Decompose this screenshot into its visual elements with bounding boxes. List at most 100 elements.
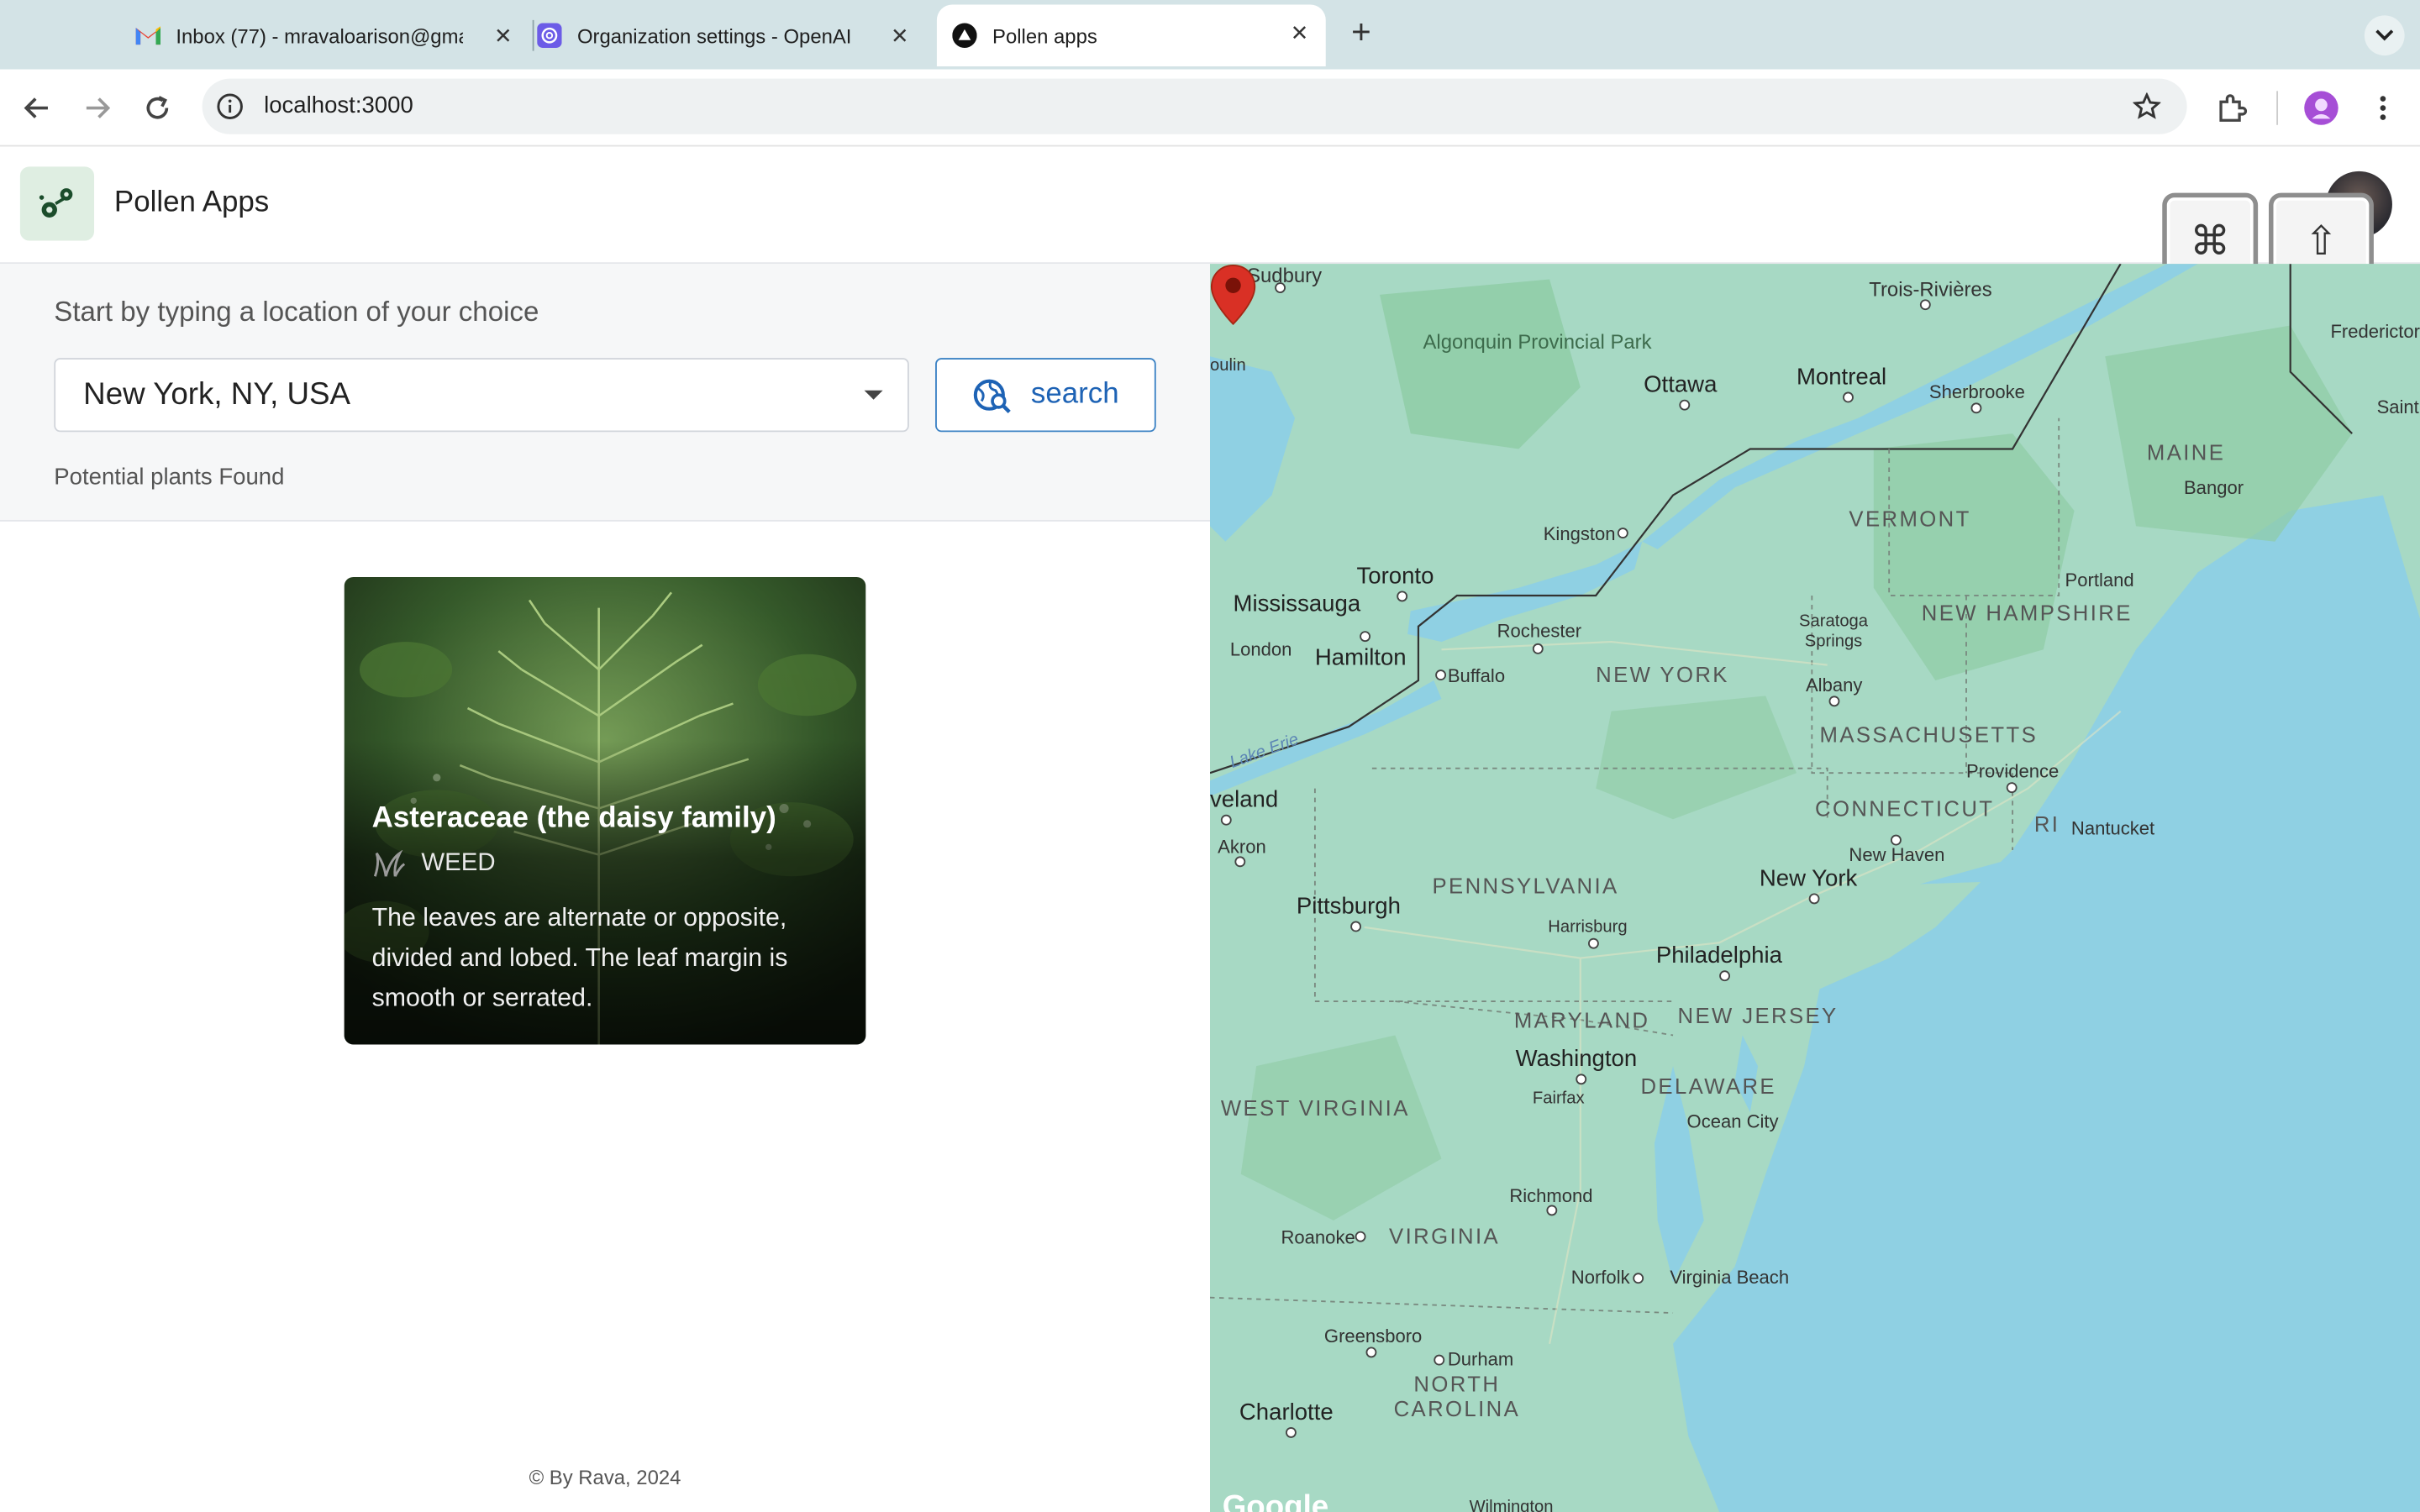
location-pin-icon[interactable] <box>1210 264 1256 326</box>
search-prompt: Start by typing a location of your choic… <box>54 296 539 328</box>
kebab-menu-icon <box>2380 96 2386 120</box>
app-title: Pollen Apps <box>113 186 270 219</box>
map-label: WEST VIRGINIA <box>1220 1095 1410 1121</box>
map-label: MASSACHUSETTS <box>1819 722 2039 747</box>
map-label: Trois-Rivières <box>1869 277 1992 302</box>
map-label: Wilmington <box>1469 1498 1554 1512</box>
map-label: Sherbrooke <box>1928 381 2025 403</box>
map-label: Algonquin Provincial Park <box>1423 330 1652 354</box>
map-label: Kingston <box>1543 522 1616 545</box>
map-label: RI <box>2033 811 2060 837</box>
search-button-label: search <box>1030 378 1119 411</box>
map-label: NORTH CAROLINA <box>1393 1371 1521 1421</box>
map-label: DELAWARE <box>1640 1074 1776 1099</box>
map-label: New Haven <box>1849 843 1945 866</box>
map-label: Hamilton <box>1314 644 1407 671</box>
map-label: Pittsburgh <box>1296 893 1401 920</box>
openai-icon <box>537 23 562 48</box>
results-label: Potential plants Found <box>54 464 285 491</box>
map-label: Ottawa <box>1644 371 1718 398</box>
map-label: London <box>1229 638 1292 661</box>
search-button[interactable]: search <box>935 358 1156 433</box>
grass-icon <box>373 850 406 877</box>
map-label: Virginia Beach <box>1670 1266 1790 1289</box>
map-label: Mississauga <box>1233 591 1361 617</box>
map-label: PENNSYLVANIA <box>1432 873 1619 898</box>
plant-description: The leaves are alternate or opposite, di… <box>371 904 788 1012</box>
map-label: Fairfax <box>1532 1089 1585 1108</box>
map-label: Norfolk <box>1570 1266 1630 1289</box>
tab-pollen-apps[interactable]: Pollen apps ✕ <box>936 4 1326 66</box>
map-label: Albany <box>1805 674 1863 696</box>
map-label: CONNECTICUT <box>1815 795 1995 822</box>
dropdown-caret-icon[interactable] <box>864 390 883 400</box>
map-label: NEW JERSEY <box>1677 1002 1839 1028</box>
map-label: MAINE <box>2146 439 2226 465</box>
map-label: Ocean City <box>1686 1110 1779 1133</box>
map-label: Harrisburg <box>1548 917 1628 937</box>
map-label: Roanoke <box>1281 1226 1355 1248</box>
plant-type-label: WEED <box>421 850 496 877</box>
plant-name: Asteraceae (the daisy family) <box>371 802 776 835</box>
forward-button[interactable] <box>77 88 118 129</box>
tab-search-button[interactable] <box>2364 15 2405 56</box>
address-bar[interactable]: localhost:3000 <box>202 78 2187 134</box>
map-label: Durham <box>1447 1348 1514 1371</box>
site-info-icon[interactable] <box>214 91 245 122</box>
map-label: Saratoga Springs <box>1799 612 1869 652</box>
map-label: Akron <box>1218 836 1266 858</box>
browser-menu-button[interactable] <box>2363 88 2403 129</box>
app-triangle-icon <box>952 23 977 48</box>
bookmark-star-icon[interactable] <box>2132 91 2163 122</box>
google-logo: Google <box>1222 1490 1329 1512</box>
map-label: MARYLAND <box>1513 1007 1650 1032</box>
back-arrow-icon <box>24 97 48 118</box>
forward-arrow-icon <box>86 97 111 118</box>
reload-icon <box>146 96 169 119</box>
globe-search-icon <box>973 379 1011 413</box>
map-label: New York <box>1759 865 1858 892</box>
map-label: Philadelphia <box>1655 942 1782 969</box>
plant-card[interactable]: Asteraceae (the daisy family) WEED The l… <box>344 576 866 1045</box>
puzzle-icon <box>2219 94 2248 122</box>
close-tab-icon[interactable]: ✕ <box>1286 18 1313 46</box>
tab-title: Organization settings - OpenAI API <box>576 24 855 48</box>
map-label: Charlotte <box>1239 1399 1334 1426</box>
pollen-flower-icon <box>39 188 73 218</box>
map-label: Providence <box>1966 760 2060 783</box>
profile-button[interactable] <box>2302 88 2342 129</box>
map-label: veland <box>1210 786 1279 813</box>
tab-title: Inbox (77) - mravaloarison@gmail.com <box>176 24 464 48</box>
url-text: localhost:3000 <box>264 92 413 119</box>
map-label: Washington <box>1515 1046 1638 1073</box>
map-label: Frederictor <box>2330 321 2420 343</box>
map-label: NEW YORK <box>1596 661 1729 687</box>
map-label: NEW HAMPSHIRE <box>1921 600 2133 625</box>
app-logo[interactable] <box>19 166 95 241</box>
map-label: Rochester <box>1497 620 1582 643</box>
close-tab-icon[interactable]: ✕ <box>886 22 913 50</box>
map-label: Montreal <box>1796 364 1887 391</box>
new-tab-button[interactable]: + <box>1343 14 1380 52</box>
map-label: Buffalo <box>1447 664 1506 687</box>
map-view[interactable]: Sudbury Trois-Rivières Frederictor oulin… <box>1210 264 2420 1512</box>
map-label: oulin <box>1210 356 1246 375</box>
plant-type: WEED <box>372 850 496 878</box>
map-label: Greensboro <box>1323 1325 1423 1347</box>
map-label: Saint <box>2376 396 2419 418</box>
footer-copyright: © By Rava, 2024 <box>529 1465 681 1489</box>
map-label: VERMONT <box>1849 506 1971 531</box>
tab-openai[interactable]: Organization settings - OpenAI API ✕ <box>537 8 926 63</box>
browser-toolbar: localhost:3000 <box>0 69 2420 147</box>
map-label: Bangor <box>2183 476 2244 499</box>
location-select[interactable]: New York, NY, USA <box>54 358 909 433</box>
reload-button[interactable] <box>137 88 177 129</box>
close-tab-icon[interactable]: ✕ <box>489 22 517 50</box>
chevron-down-icon <box>2375 29 2394 41</box>
extensions-button[interactable] <box>2212 88 2252 129</box>
tab-gmail[interactable]: Inbox (77) - mravaloarison@gmail.com ✕ <box>135 8 529 63</box>
search-panel: Start by typing a location of your choic… <box>0 264 1211 522</box>
tab-title: Pollen apps <box>992 24 1097 48</box>
browser-tab-strip: Inbox (77) - mravaloarison@gmail.com ✕ O… <box>0 0 2420 70</box>
back-button[interactable] <box>17 88 57 129</box>
